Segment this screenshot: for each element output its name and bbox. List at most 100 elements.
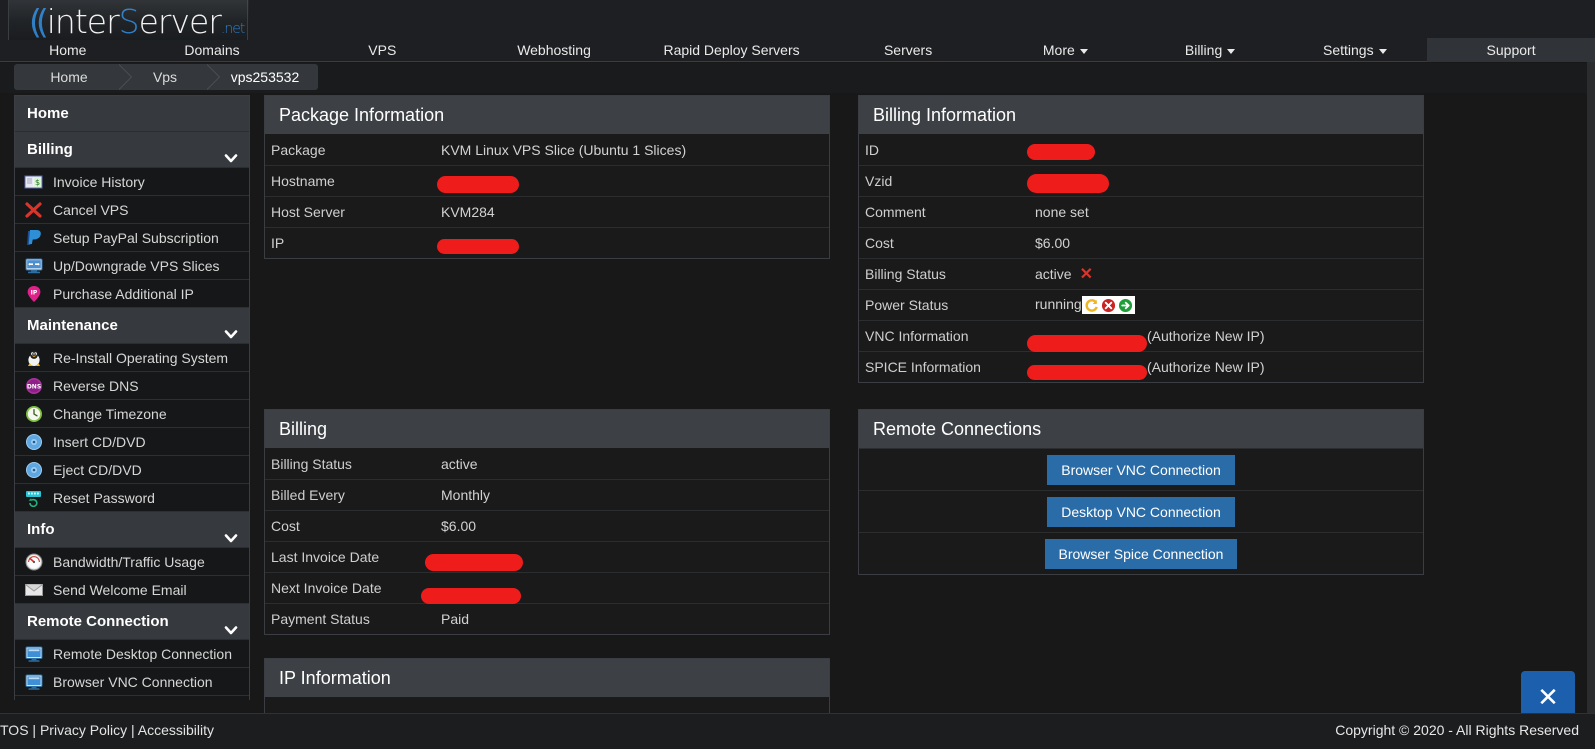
sidebar-item-invoice-history[interactable]: $ Invoice History <box>15 168 249 196</box>
billing-information-value: (Authorize New IP) <box>1027 359 1264 380</box>
package-information-key: Host Server <box>271 204 345 220</box>
gauge-icon <box>23 552 45 572</box>
footer-link-accessibility[interactable]: Accessibility <box>138 722 214 738</box>
stop-icon[interactable] <box>1101 298 1116 313</box>
redaction-mark <box>437 176 519 193</box>
billing-information-key: Comment <box>865 204 926 220</box>
sidebar-item-change-timezone[interactable]: Change Timezone <box>15 400 249 428</box>
sidebar-item-label: Send Welcome Email <box>53 581 187 598</box>
sidebar-item-label: Eject CD/DVD <box>53 461 142 478</box>
sidebar-item-reverse-dns[interactable]: DNS Reverse DNS <box>15 372 249 400</box>
table-row: Cost $6.00 <box>859 227 1423 258</box>
sidebar-item-browser-vnc-connection[interactable]: Browser VNC Connection <box>15 668 249 696</box>
nav-item-more[interactable]: More <box>993 38 1138 62</box>
authorize-new-ip-link[interactable]: (Authorize New IP) <box>1147 359 1264 375</box>
red-x-icon[interactable]: ✕ <box>1080 266 1093 283</box>
footer-link-tos[interactable]: TOS <box>0 722 29 738</box>
breadcrumb-separator-icon <box>206 64 219 90</box>
breadcrumb-label: vps253532 <box>230 69 300 85</box>
sidebar-item-setup-paypal-subscription[interactable]: Setup PayPal Subscription <box>15 224 249 252</box>
breadcrumb-item-vps253532[interactable]: vps253532 <box>206 64 318 90</box>
monitor-icon <box>23 644 45 664</box>
monitor-arrows-icon <box>23 256 45 276</box>
nav-item-billing[interactable]: Billing <box>1138 38 1283 62</box>
table-row: Billing Status active ✕ <box>859 258 1423 289</box>
start-icon[interactable] <box>1118 298 1133 313</box>
sidebar-item-remote-desktop-connection[interactable]: Remote Desktop Connection <box>15 640 249 668</box>
svg-text:IP: IP <box>31 289 38 296</box>
nav-item-rapid-deploy-servers[interactable]: Rapid Deploy Servers <box>640 38 823 62</box>
power-control-icons <box>1081 296 1135 315</box>
nav-item-webhosting[interactable]: Webhosting <box>468 38 640 62</box>
sidebar-item-send-welcome-email[interactable]: Send Welcome Email <box>15 576 249 604</box>
value-text: Paid <box>441 611 470 627</box>
value-text: Monthly <box>441 487 491 503</box>
nav-item-vps[interactable]: VPS <box>296 38 468 62</box>
desktop-vnc-connection-button[interactable]: Desktop VNC Connection <box>1047 496 1235 527</box>
billing-value: Paid <box>441 611 469 627</box>
billing-key: Next Invoice Date <box>271 580 382 596</box>
nav-item-settings[interactable]: Settings <box>1282 38 1427 62</box>
billing-information-value: (Authorize New IP) <box>1027 328 1264 352</box>
chevron-down-icon[interactable] <box>224 615 238 635</box>
table-row: ID <box>859 134 1423 165</box>
nav-item-support[interactable]: Support <box>1427 38 1595 62</box>
sidebar-item-label: Reset Password <box>53 489 155 506</box>
sidebar-item-cancel-vps[interactable]: Cancel VPS <box>15 196 249 224</box>
monitor-icon <box>23 672 45 692</box>
sidebar-item-more[interactable] <box>15 696 249 700</box>
logo-container[interactable]: ((interServer.net <box>8 0 249 41</box>
remote-connections-buttons: Browser VNC Connection Desktop VNC Connec… <box>859 448 1423 574</box>
logo-s: S <box>118 2 140 41</box>
chevron-down-icon[interactable] <box>224 319 238 339</box>
interserver-logo[interactable]: ((interServer.net <box>29 2 245 41</box>
redaction-mark <box>1027 174 1109 193</box>
footer-link-privacy-policy[interactable]: Privacy Policy <box>40 722 127 738</box>
browser-spice-connection-button[interactable]: Browser Spice Connection <box>1044 538 1238 569</box>
sidebar-item-label: Insert CD/DVD <box>53 433 146 450</box>
chevron-down-icon <box>1227 48 1236 54</box>
nav-item-label: Settings <box>1322 42 1374 58</box>
billing-key: Billing Status <box>271 455 352 472</box>
logo-suffix: erver <box>138 2 222 41</box>
sidebar-group-info[interactable]: Info <box>15 512 249 548</box>
ip-pin-icon: IP <box>23 284 45 304</box>
page-scrollbar[interactable] <box>1587 62 1595 713</box>
chevron-down-icon[interactable] <box>224 143 238 163</box>
value-text: $6.00 <box>1035 235 1071 251</box>
sidebar-item-up-downgrade-vps-slices[interactable]: Up/Downgrade VPS Slices <box>15 252 249 280</box>
billing-information-panel: Billing Information ID Vzid Comment none se… <box>858 95 1424 383</box>
billing-value: active <box>441 456 478 472</box>
sidebar-item-re-install-operating-system[interactable]: Re-Install Operating System <box>15 344 249 372</box>
authorize-new-ip-link[interactable]: (Authorize New IP) <box>1147 328 1264 344</box>
breadcrumb-item-home[interactable]: Home <box>14 64 132 90</box>
sidebar-group-maintenance[interactable]: Maintenance <box>15 308 249 344</box>
nav-item-home[interactable]: Home <box>8 38 128 62</box>
package-information-key: Package <box>271 141 326 158</box>
billing-information-rows: ID Vzid Comment none set Cost $6.00 Billing St… <box>859 134 1423 382</box>
chevron-down-icon[interactable] <box>224 523 238 543</box>
sidebar-group-remote-connection[interactable]: Remote Connection <box>15 604 249 640</box>
sidebar-item-reset-password[interactable]: Reset Password <box>15 484 249 512</box>
table-row: Billing Status active <box>265 448 829 479</box>
logo-swoosh-icon: (( <box>29 2 49 41</box>
restart-icon[interactable] <box>1084 298 1099 313</box>
browser-vnc-connection-button[interactable]: Browser VNC Connection <box>1047 454 1235 485</box>
nav-item-servers[interactable]: Servers <box>823 38 993 62</box>
table-row: IP <box>265 227 829 258</box>
table-row: SPICE Information (Authorize New IP) <box>859 351 1423 382</box>
nav-item-domains[interactable]: Domains <box>128 38 297 62</box>
nav-item-label: Domains <box>184 42 240 58</box>
nav-item-label: Support <box>1486 42 1536 58</box>
sidebar-item-purchase-additional-ip[interactable]: IP Purchase Additional IP <box>15 280 249 308</box>
package-information-value: KVM284 <box>441 204 495 220</box>
sidebar-item-insert-cd-dvd[interactable]: Insert CD/DVD <box>15 428 249 456</box>
sidebar-group-home[interactable]: Home <box>15 96 249 132</box>
sidebar-item-bandwidth-traffic-usage[interactable]: Bandwidth/Traffic Usage <box>15 548 249 576</box>
sidebar-group-billing[interactable]: Billing <box>15 132 249 168</box>
nav-item-label: VPS <box>368 42 397 58</box>
sidebar-group-label: Home <box>27 105 69 122</box>
sidebar-item-eject-cd-dvd[interactable]: Eject CD/DVD <box>15 456 249 484</box>
table-row: Billed Every Monthly <box>265 479 829 510</box>
sidebar-item-label: Setup PayPal Subscription <box>53 229 219 246</box>
